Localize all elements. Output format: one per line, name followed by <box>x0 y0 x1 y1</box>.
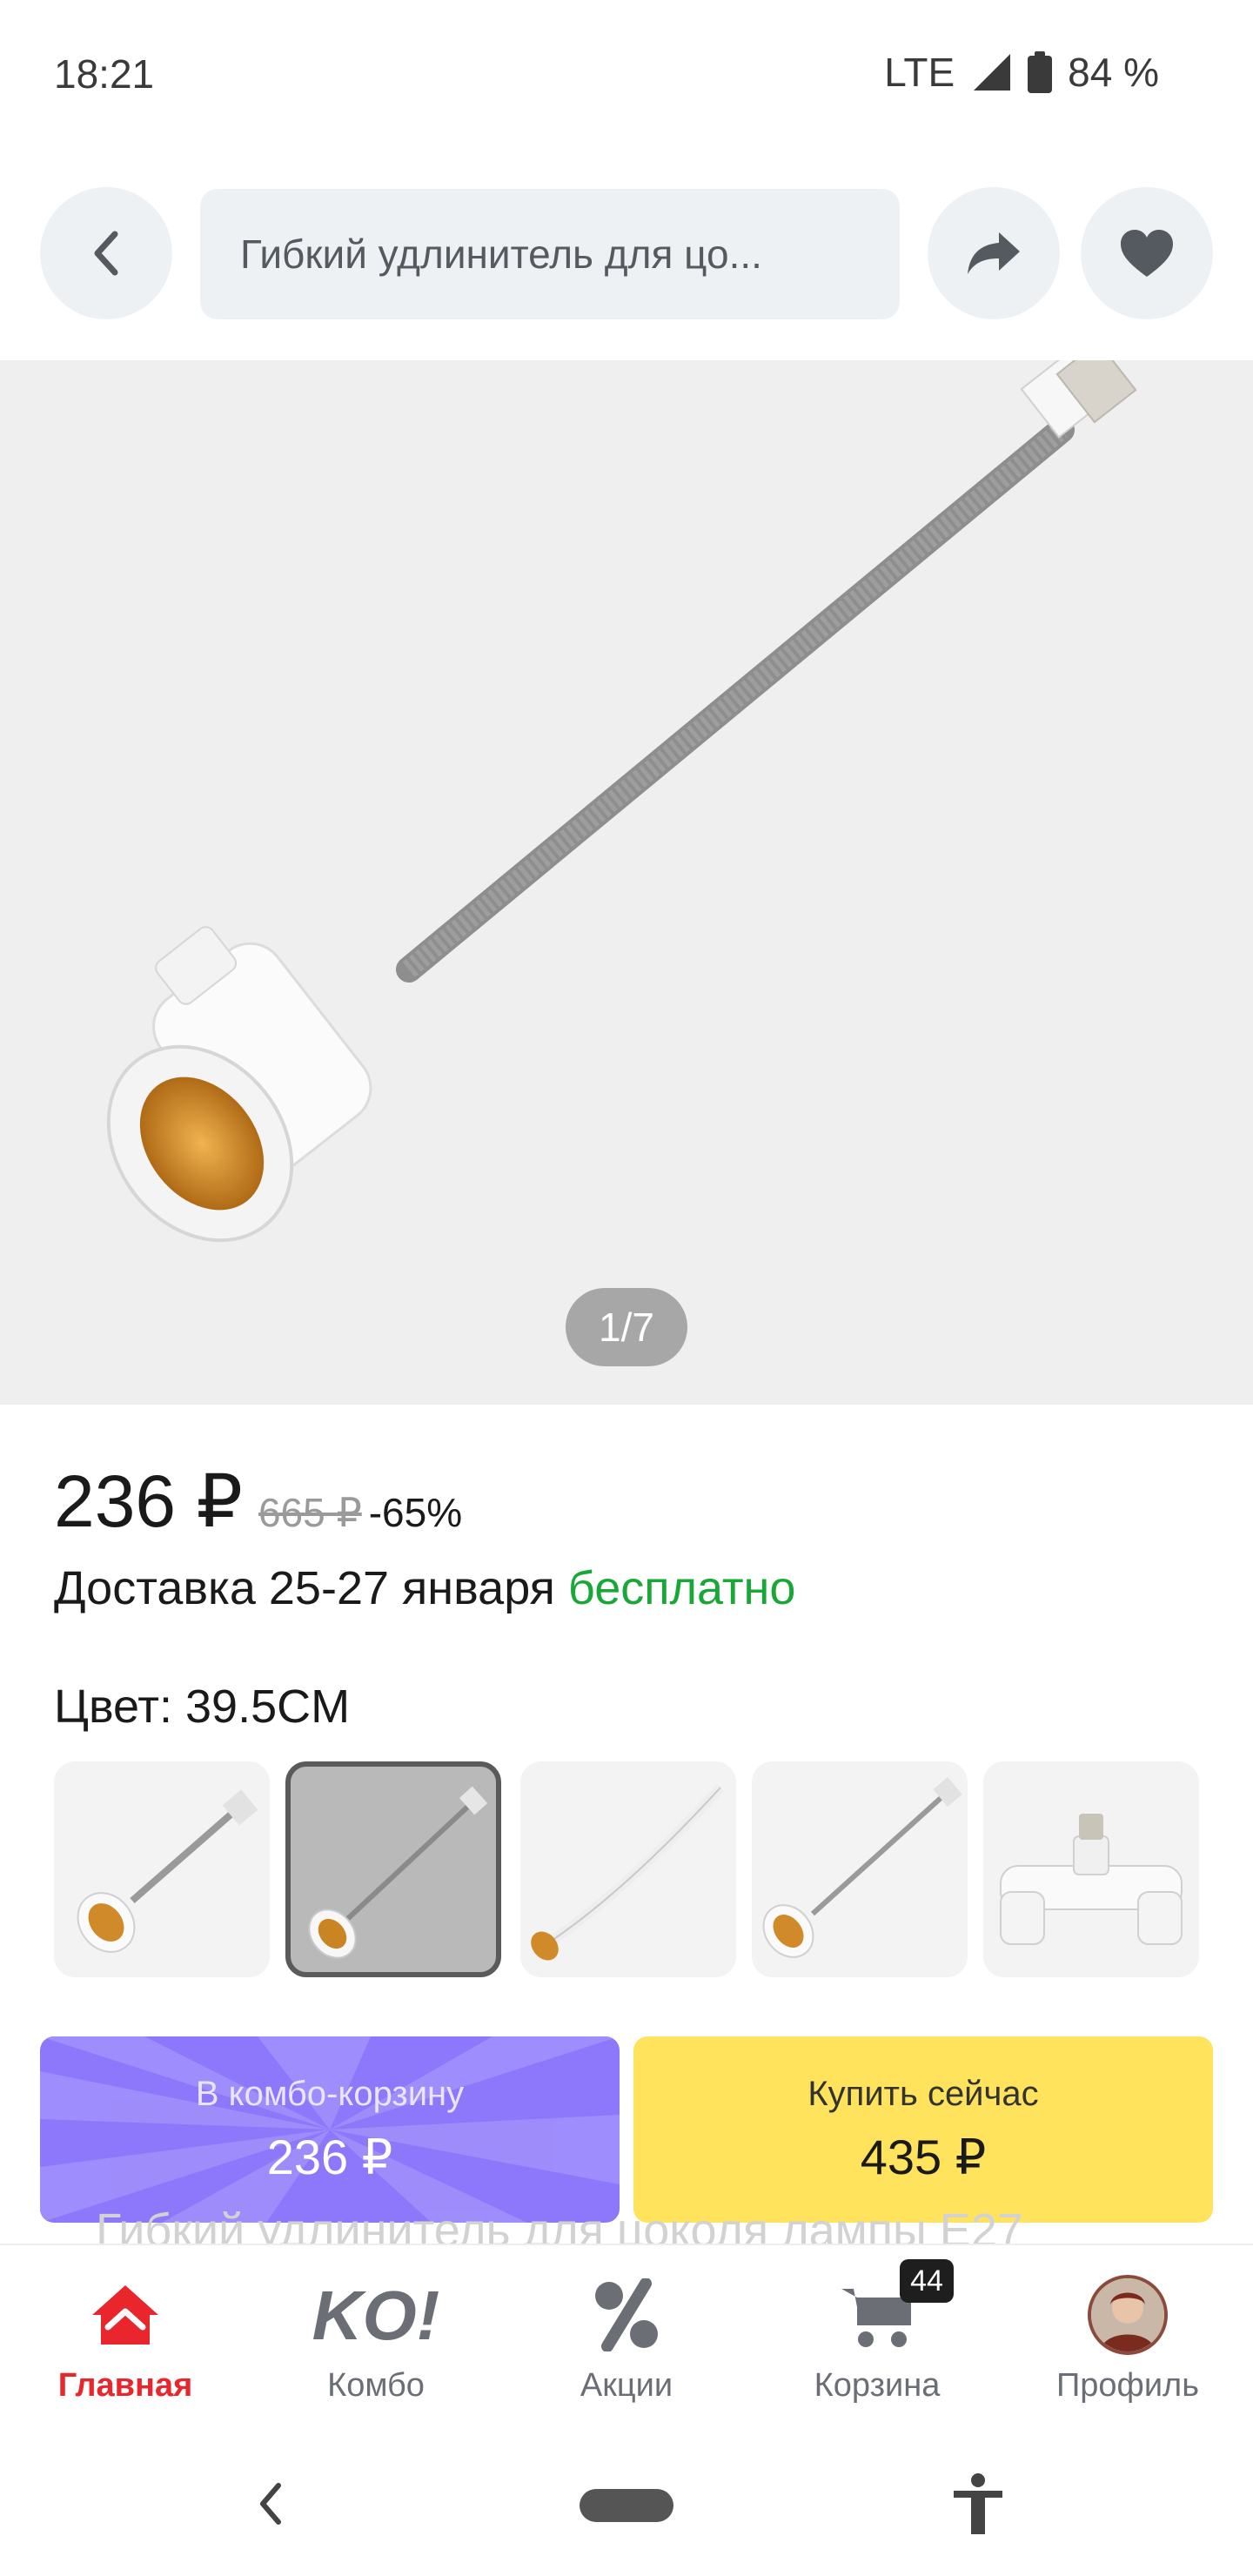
nav-label: Главная <box>57 2367 193 2404</box>
discount-badge: -65% <box>368 1490 463 1535</box>
delivery-free-label: бесплатно <box>567 1562 796 1614</box>
battery-icon <box>1028 51 1053 93</box>
swatch-thumbnail <box>531 1783 725 1961</box>
status-time: 18:21 <box>54 51 155 97</box>
swatch-option[interactable] <box>54 1761 270 1977</box>
delivery-dates: Доставка 25-27 января <box>54 1562 555 1614</box>
swatch-thumbnail <box>1000 1814 1183 1945</box>
nav-label: Комбо <box>327 2367 425 2404</box>
nav-item-promotions[interactable]: Акции <box>501 2245 752 2419</box>
nav-item-home[interactable]: Главная <box>0 2245 251 2419</box>
bottom-navigation: Главная KO! Комбо Акции Корзина Профиль <box>0 2244 1253 2418</box>
share-button[interactable] <box>928 187 1060 319</box>
nav-item-combo[interactable]: KO! Комбо <box>251 2245 501 2419</box>
color-label: Цвет: 39.5CM <box>54 1680 351 1733</box>
search-field[interactable]: Гибкий удлинитель для цо... <box>200 189 900 319</box>
price-row: 236 ₽ 665 ₽ -65% <box>54 1459 462 1544</box>
delivery-info: Доставка 25-27 января бесплатно <box>54 1561 795 1615</box>
system-back-icon[interactable] <box>258 2482 284 2526</box>
product-image <box>106 360 1137 1243</box>
combo-button-price: 236 ₽ <box>266 2130 393 2184</box>
buy-now-button[interactable]: Купить сейчас 435 ₽ <box>633 2036 1213 2223</box>
add-to-combo-cart-button[interactable]: В комбо-корзину 236 ₽ <box>40 2036 620 2223</box>
combo-logo-icon: KO! <box>312 2278 440 2351</box>
product-header: Гибкий удлинитель для цо... <box>0 187 1253 326</box>
heart-icon <box>1121 230 1173 277</box>
network-type: LTE <box>884 50 955 95</box>
nav-label: Корзина <box>814 2367 941 2404</box>
status-indicators: LTE 84 % <box>884 49 1159 96</box>
swatch-thumbnail <box>308 1786 488 1959</box>
system-home-pill[interactable] <box>580 2489 673 2522</box>
buy-button-label: Купить сейчас <box>807 2075 1039 2113</box>
nav-label: Профиль <box>1055 2367 1200 2404</box>
product-image-gallery[interactable]: 1/7 <box>0 360 1253 1405</box>
accessibility-icon[interactable] <box>950 2472 1006 2538</box>
nav-item-cart[interactable]: Корзина <box>752 2245 1002 2419</box>
system-navigation-bar <box>0 2437 1253 2576</box>
combo-button-label: В комбо-корзину <box>195 2075 465 2113</box>
swatch-option[interactable] <box>520 1761 736 1977</box>
nav-item-profile[interactable]: Профиль <box>1002 2245 1253 2419</box>
swatch-option[interactable] <box>752 1761 968 1977</box>
avatar <box>1088 2275 1168 2355</box>
buy-button-price: 435 ₽ <box>860 2130 987 2184</box>
back-arrow-icon <box>94 231 118 276</box>
image-pager: 1/7 <box>566 1288 687 1366</box>
status-bar: 18:21 LTE 84 % <box>0 0 1253 148</box>
swatch-thumbnail <box>762 1776 962 1958</box>
share-icon <box>968 232 1020 274</box>
percent-icon <box>595 2278 658 2351</box>
cart-count-badge: 44 <box>900 2259 954 2303</box>
swatch-thumbnail <box>77 1789 258 1953</box>
swatch-option[interactable] <box>983 1761 1199 1977</box>
swatch-option-selected[interactable] <box>285 1761 501 1977</box>
favorite-button[interactable] <box>1081 187 1213 319</box>
nav-label: Акции <box>580 2367 673 2404</box>
current-price: 236 ₽ <box>54 1460 243 1542</box>
old-price: 665 ₽ <box>258 1490 362 1535</box>
home-icon <box>92 2285 158 2345</box>
back-button[interactable] <box>40 187 172 319</box>
combo-logo-text: KO! <box>312 2278 440 2351</box>
battery-percent: 84 % <box>1068 50 1159 95</box>
color-swatches <box>54 1761 1203 1977</box>
signal-icon <box>970 52 1012 92</box>
